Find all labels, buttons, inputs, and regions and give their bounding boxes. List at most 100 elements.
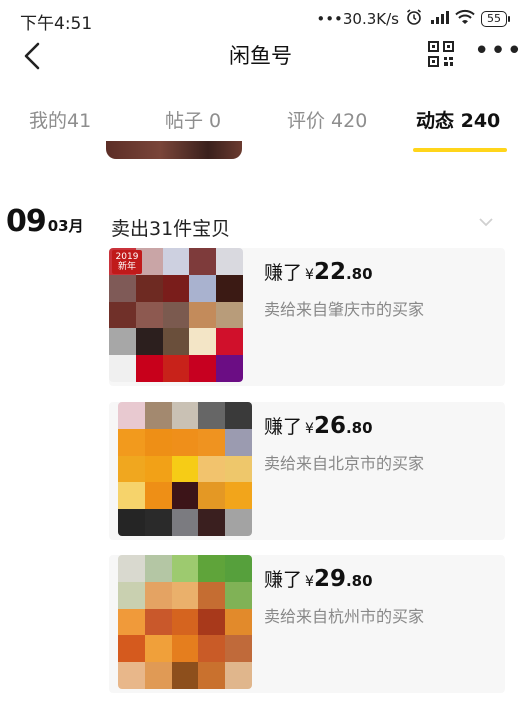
sold-item-card[interactable]: 赚了 ¥29.80 卖给来自杭州市的买家 xyxy=(109,555,505,693)
thumbnail-pixel xyxy=(225,428,252,456)
thumbnail-pixel xyxy=(225,608,252,636)
thumbnail-pixel xyxy=(198,608,226,636)
item-thumbnail xyxy=(118,555,252,689)
date-label: 09 03月 xyxy=(6,204,84,239)
tab-bar: 我的41 帖子 0 评价 420 动态 240 xyxy=(0,96,521,152)
currency-symbol: ¥ xyxy=(305,421,314,437)
tab-posts[interactable]: 帖子 0 xyxy=(165,106,221,133)
thumbnail-pixel xyxy=(171,662,199,689)
promo-badge: 2019 新年 xyxy=(112,250,142,274)
tab-reviews[interactable]: 评价 420 xyxy=(287,106,367,133)
tab-mine[interactable]: 我的41 xyxy=(29,106,91,133)
thumbnail-pixel xyxy=(216,274,243,302)
thumbnail-pixel xyxy=(118,455,145,483)
thumbnail-pixel xyxy=(109,355,136,382)
thumbnail-pixel xyxy=(171,402,199,429)
thumbnail-pixel xyxy=(118,581,145,609)
thumbnail-pixel xyxy=(216,328,243,356)
thumbnail-pixel xyxy=(198,635,226,663)
thumbnail-pixel xyxy=(135,301,163,329)
thumbnail-pixel xyxy=(135,328,163,356)
earned-amount: 赚了 ¥26.80 xyxy=(264,412,373,439)
amount-decimal: .80 xyxy=(345,419,373,437)
sold-item-card[interactable]: 赚了 ¥26.80 卖给来自北京市的买家 xyxy=(109,402,505,540)
thumbnail-pixel xyxy=(162,248,190,275)
date-day: 09 xyxy=(6,204,47,239)
thumbnail-pixel xyxy=(198,555,226,582)
thumbnail-pixel xyxy=(135,355,163,382)
battery-indicator: 55 xyxy=(481,11,510,27)
thumbnail-pixel xyxy=(144,455,172,483)
tab-activity[interactable]: 动态 240 xyxy=(416,106,500,133)
nav-bar: 闲鱼号 ••• xyxy=(0,34,521,80)
amount-integer: 26 xyxy=(313,413,346,439)
thumbnail-pixel xyxy=(144,581,172,609)
thumbnail-pixel xyxy=(118,662,145,689)
thumbnail-pixel xyxy=(118,555,145,582)
thumbnail-pixel xyxy=(118,635,145,663)
amount-decimal: .80 xyxy=(345,265,373,283)
thumbnail-pixel xyxy=(171,608,199,636)
thumbnail-pixel xyxy=(225,402,252,429)
thumbnail-pixel xyxy=(144,509,172,536)
thumbnail-pixel xyxy=(162,328,190,356)
thumbnail-pixel xyxy=(225,509,252,536)
thumbnail-pixel xyxy=(144,608,172,636)
thumbnail-pixel xyxy=(162,355,190,382)
date-month: 03月 xyxy=(47,217,84,235)
status-icons: •••30.3K/s 55 xyxy=(316,8,510,30)
earned-label: 赚了 xyxy=(264,416,303,438)
status-time: 下午4:51 xyxy=(20,14,93,34)
status-bar: 下午4:51 •••30.3K/s 55 xyxy=(0,0,521,34)
thumbnail-pixel xyxy=(118,509,145,536)
thumbnail-pixel xyxy=(109,274,136,302)
earned-label: 赚了 xyxy=(264,262,303,284)
thumbnail-pixel xyxy=(198,662,226,689)
earned-amount: 赚了 ¥22.80 xyxy=(264,258,373,285)
thumbnail-pixel xyxy=(144,428,172,456)
amount-integer: 29 xyxy=(313,566,346,592)
currency-symbol: ¥ xyxy=(305,574,314,590)
thumbnail-pixel xyxy=(144,555,172,582)
thumbnail-pixel xyxy=(189,328,217,356)
thumbnail-pixel xyxy=(225,581,252,609)
more-icon[interactable]: ••• xyxy=(474,38,521,68)
thumbnail-pixel xyxy=(171,428,199,456)
network-speed: •••30.3K/s xyxy=(316,10,399,28)
alarm-icon xyxy=(405,8,423,30)
thumbnail-pixel xyxy=(189,248,217,275)
earned-label: 赚了 xyxy=(264,569,303,591)
qr-code-icon[interactable] xyxy=(427,40,455,68)
sales-summary: 卖出31件宝贝 xyxy=(111,218,231,240)
buyer-location: 卖给来自肇庆市的买家 xyxy=(264,300,425,319)
thumbnail-pixel xyxy=(144,662,172,689)
thumbnail-pixel xyxy=(118,608,145,636)
thumbnail-pixel xyxy=(162,301,190,329)
thumbnail-pixel xyxy=(171,635,199,663)
currency-symbol: ¥ xyxy=(305,267,314,283)
thumbnail-pixel xyxy=(189,274,217,302)
thumbnail-pixel xyxy=(109,328,136,356)
sold-item-card[interactable]: 2019 新年 赚了 ¥22.80 卖给来自肇庆市的买家 xyxy=(109,248,505,386)
thumbnail-pixel xyxy=(135,274,163,302)
buyer-location: 卖给来自杭州市的买家 xyxy=(264,607,425,626)
thumbnail-pixel xyxy=(118,402,145,429)
thumbnail-pixel xyxy=(225,455,252,483)
chevron-down-icon[interactable] xyxy=(476,212,496,232)
amount-decimal: .80 xyxy=(345,572,373,590)
thumbnail-pixel xyxy=(198,428,226,456)
thumbnail-pixel xyxy=(189,301,217,329)
thumbnail-pixel xyxy=(171,455,199,483)
thumbnail-pixel xyxy=(216,301,243,329)
thumbnail-pixel xyxy=(109,301,136,329)
thumbnail-pixel xyxy=(216,248,243,275)
thumbnail-pixel xyxy=(225,662,252,689)
thumbnail-pixel xyxy=(144,402,172,429)
thumbnail-pixel xyxy=(225,555,252,582)
thumbnail-pixel xyxy=(225,635,252,663)
previous-item-thumbnail[interactable] xyxy=(106,141,242,159)
item-thumbnail xyxy=(118,402,252,536)
thumbnail-pixel xyxy=(198,509,226,536)
wifi-icon xyxy=(455,9,475,29)
earned-amount: 赚了 ¥29.80 xyxy=(264,565,373,592)
